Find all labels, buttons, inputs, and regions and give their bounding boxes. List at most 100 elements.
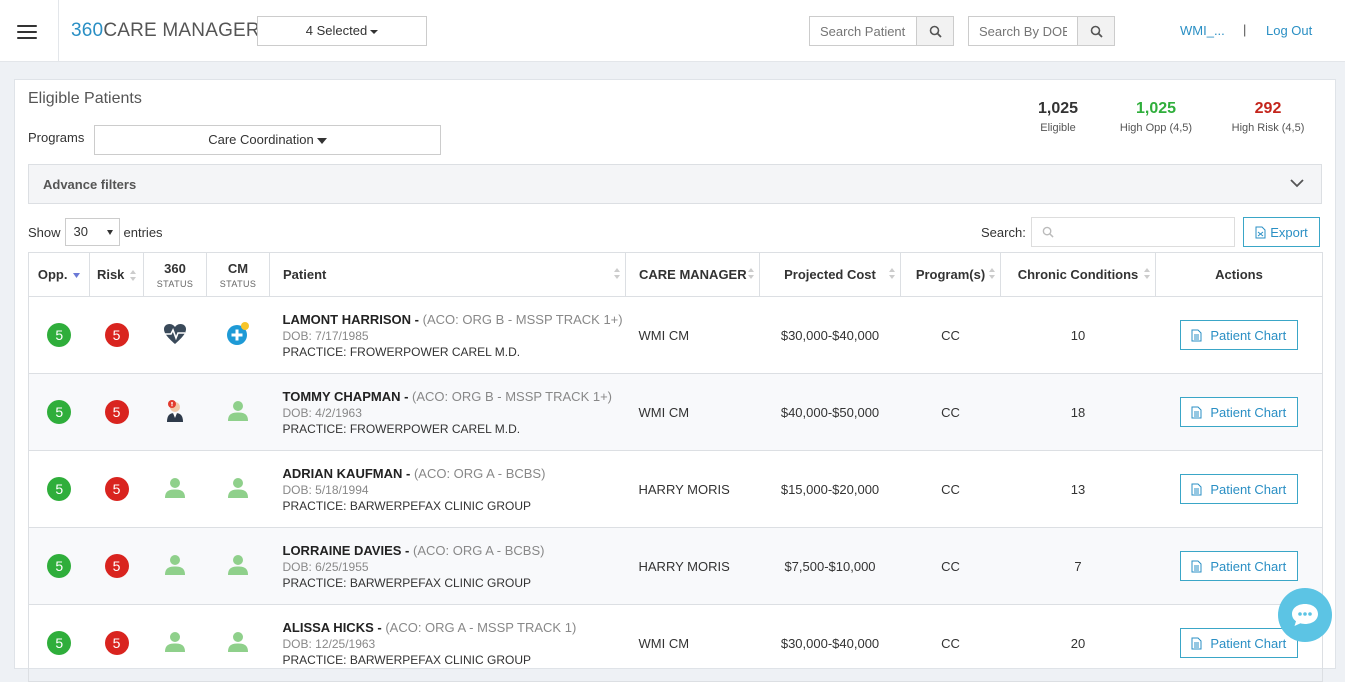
patient-practice: PRACTICE: FROWERPOWER CAREL M.D. [282,421,521,436]
person-icon[interactable] [164,477,186,499]
patient-chart-button[interactable]: Patient Chart [1179,628,1298,658]
show-label: Show [28,224,61,240]
chronic-conditions-cell: 18 [1000,373,1156,451]
patient-dob: DOB: 5/18/1994 [282,482,369,497]
opp-badge: 5 [47,631,72,655]
col-360-status[interactable]: 360 STATUS [143,252,207,297]
chronic-conditions-cell: 13 [1000,450,1156,528]
logout-link[interactable]: Log Out [1266,23,1312,38]
patient-name[interactable]: LAMONT HARRISON - [283,312,420,327]
patient-name[interactable]: ALISSA HICKS - [283,620,382,635]
status-cm-cell [206,527,270,605]
patient-name[interactable]: LORRAINE DAVIES - [283,543,410,558]
table-row[interactable]: 5 5 ALISSA HICKS - (ACO: ORG A - MSSP TR… [28,604,1323,682]
programs-select[interactable]: Care Coordination [94,125,441,155]
status-cm-cell [206,296,270,374]
entries-control: Show 30 entries [28,218,163,246]
chat-bubble-icon [1292,604,1318,626]
col-cm-status[interactable]: CM STATUS [206,252,270,297]
person-icon[interactable] [164,554,186,576]
patient-cell: LAMONT HARRISON - (ACO: ORG B - MSSP TRA… [269,296,626,374]
patient-name[interactable]: TOMMY CHAPMAN - [283,389,409,404]
col-360-sub: STATUS [156,278,194,289]
search-icon [1090,25,1103,38]
sort-desc-icon [73,272,81,278]
person-icon[interactable] [227,631,249,653]
doctor-alert-icon[interactable] [163,399,187,423]
patient-chart-button[interactable]: Patient Chart [1179,397,1298,427]
status-360-cell [143,527,207,605]
search-patient-input[interactable] [809,16,917,46]
col-projected-cost[interactable]: Projected Cost [759,252,901,297]
programs-cell: CC [900,450,1001,528]
col-care-manager[interactable]: CARE MANAGER [625,252,760,297]
table-search-input[interactable] [1031,217,1235,247]
entries-select[interactable]: 30 [64,218,120,246]
search-icon [1042,226,1054,238]
search-dob-button[interactable] [1078,16,1115,46]
col-chronic-conditions[interactable]: Chronic Conditions [1000,252,1156,297]
header-divider [58,0,59,62]
document-icon [1191,483,1202,495]
document-icon [1191,406,1202,418]
patient-aco: (ACO: ORG B - MSSP TRACK 1+) [422,311,623,327]
programs-cell: CC [900,604,1001,682]
brand-logo[interactable]: 360CARE MANAGER [71,20,260,42]
table-row[interactable]: 5 5 LORRAINE DAVIES - (ACO: ORG A - BCBS… [28,527,1323,605]
medical-plus-icon[interactable] [225,321,251,347]
patient-practice: PRACTICE: BARWERPEFAX CLINIC GROUP [282,575,532,590]
search-dob-group [968,16,1115,46]
stat-eligible: 1,025 Eligible [1033,100,1083,134]
col-actions-label: Actions [1215,267,1263,282]
stat-high-opp: 1,025 High Opp (4,5) [1115,100,1197,134]
header-separator: | [1243,22,1247,37]
col-opp[interactable]: Opp. [28,252,90,297]
person-icon[interactable] [164,631,186,653]
heart-pulse-icon[interactable] [163,323,187,345]
table-row[interactable]: 5 5 ADRIAN KAUFMAN - (ACO: ORG A - BCBS)… [28,450,1323,528]
sort-icon [1144,268,1150,279]
user-menu-link[interactable]: WMI_... [1180,23,1225,38]
org-multi-select[interactable]: 4 Selected [257,16,427,46]
brand-number: 360 [71,20,104,41]
col-programs-label: Program(s) [915,267,986,282]
export-button[interactable]: Export [1243,217,1320,247]
caret-down-icon [370,29,379,34]
risk-badge: 5 [104,400,129,424]
document-icon [1191,560,1202,572]
col-risk-label: Risk [96,267,125,282]
patient-chart-button[interactable]: Patient Chart [1179,551,1298,581]
person-icon[interactable] [227,400,249,422]
col-programs[interactable]: Program(s) [900,252,1001,297]
status-360-cell [143,373,207,451]
table-row[interactable]: 5 5 LAMONT HARRISON - (ACO: ORG B - MSSP… [28,296,1323,374]
person-icon[interactable] [227,554,249,576]
col-chronic-label: Chronic Conditions [1017,267,1139,282]
opp-badge: 5 [47,400,72,424]
patient-dob: DOB: 4/2/1963 [282,405,362,420]
projected-cost-cell: $15,000-$20,000 [759,450,901,528]
chat-widget-button[interactable] [1278,588,1332,642]
table-row[interactable]: 5 5 TOMMY CHAPMAN - (ACO: ORG B - MSSP T… [28,373,1323,451]
person-icon[interactable] [227,477,249,499]
patient-aco: (ACO: ORG A - BCBS) [413,465,546,481]
col-risk[interactable]: Risk [89,252,144,297]
patient-name[interactable]: ADRIAN KAUFMAN - [283,466,411,481]
patient-chart-button[interactable]: Patient Chart [1179,320,1298,350]
stat-high-risk-label: High Risk (4,5) [1231,122,1305,134]
care-manager-cell: WMI CM [625,604,760,682]
hamburger-menu-icon[interactable] [17,25,37,41]
col-patient[interactable]: Patient [269,252,626,297]
programs-cell: CC [900,373,1001,451]
opp-badge: 5 [47,554,72,578]
status-360-cell [143,296,207,374]
patient-chart-button[interactable]: Patient Chart [1179,474,1298,504]
status-cm-cell [206,450,270,528]
document-icon [1191,637,1202,649]
projected-cost-cell: $30,000-$40,000 [759,296,901,374]
advance-filters-toggle[interactable]: Advance filters [28,164,1322,204]
col-actions: Actions [1155,252,1323,297]
status-360-cell [143,450,207,528]
search-dob-input[interactable] [968,16,1078,46]
search-patient-button[interactable] [917,16,954,46]
